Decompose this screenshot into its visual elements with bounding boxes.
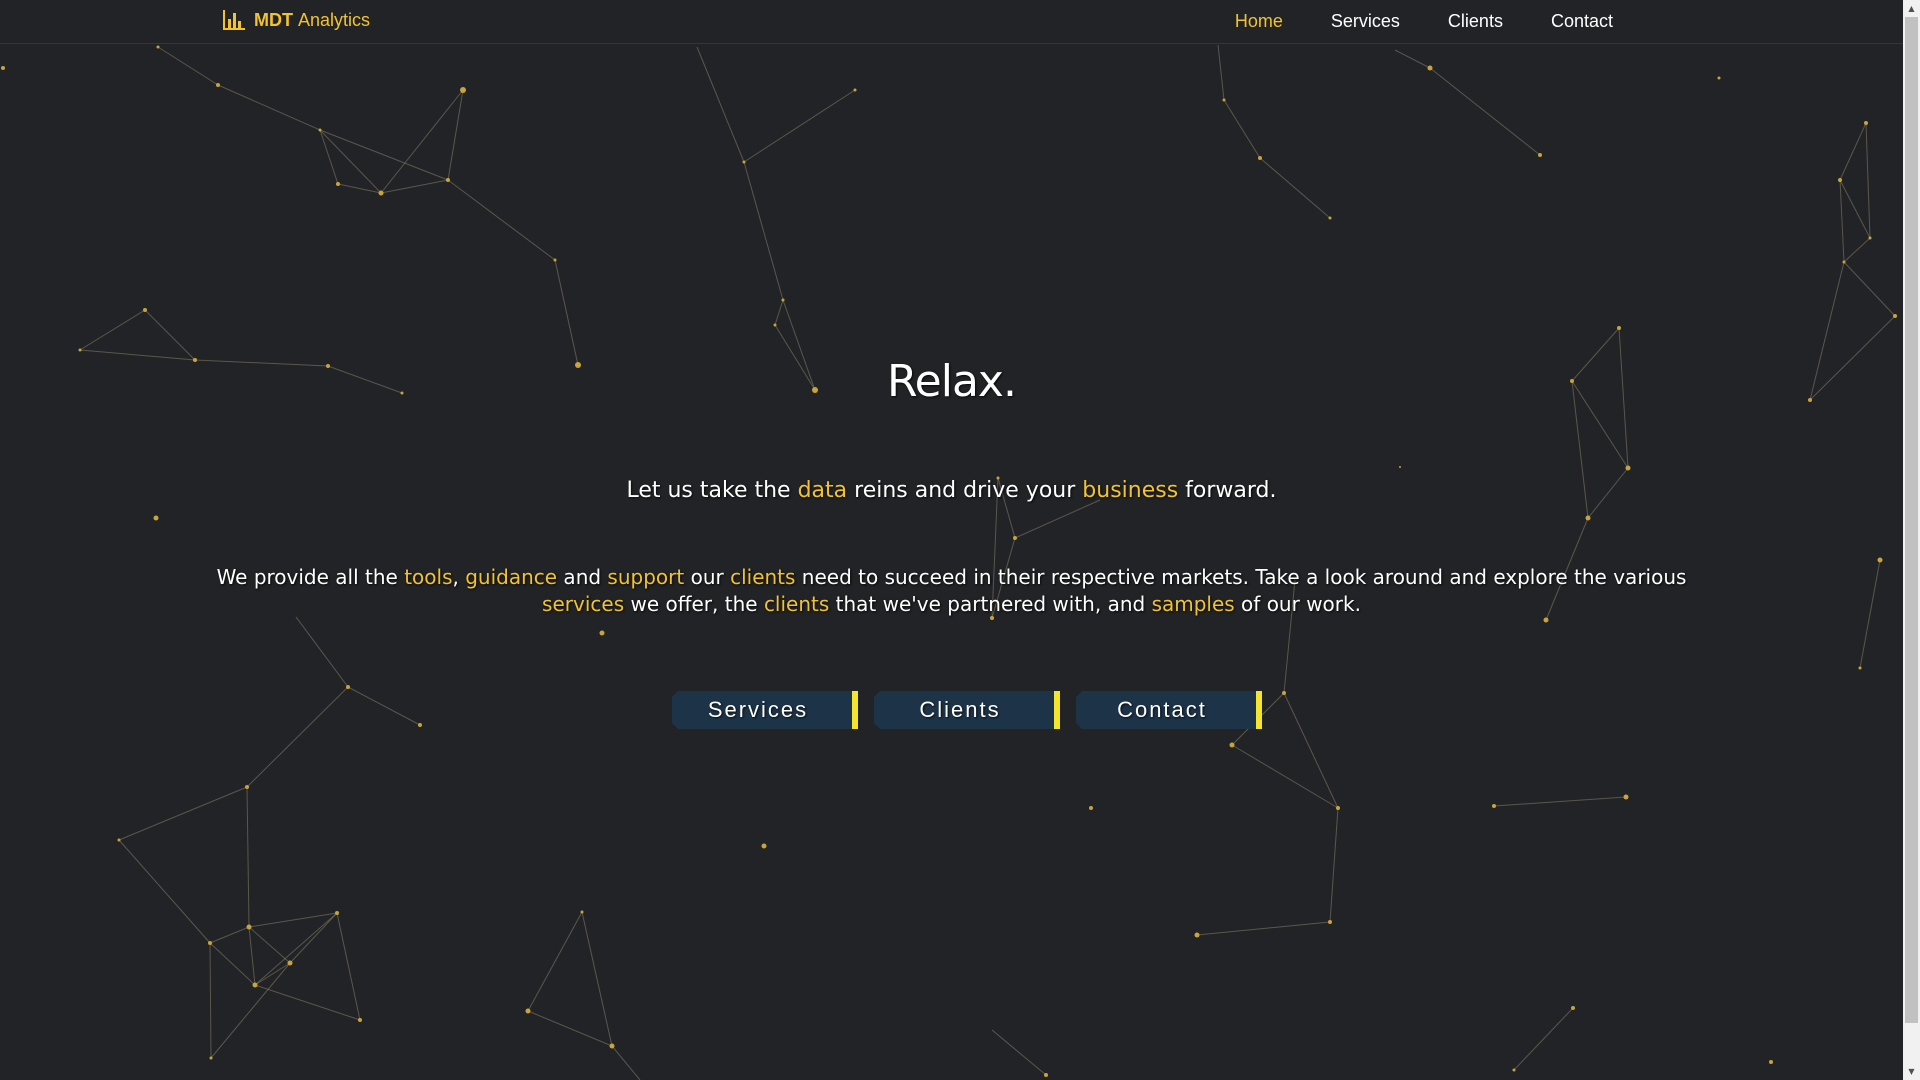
desc-highlight-guidance: guidance (465, 565, 558, 589)
scroll-up-arrow-icon[interactable]: ▲ (1903, 0, 1920, 17)
brand-logo[interactable]: MDT Analytics (222, 9, 370, 31)
desc-text: we offer, the (624, 592, 764, 616)
top-navbar: MDT Analytics Home Services Clients Cont… (0, 0, 1903, 44)
contact-button[interactable]: Contact (1076, 691, 1262, 729)
desc-text: We provide all the (216, 565, 405, 589)
desc-highlight-clients-2: clients (763, 592, 830, 616)
bar-chart-icon (223, 10, 245, 30)
desc-text: our (684, 565, 731, 589)
nav-services[interactable]: Services (1307, 11, 1424, 32)
desc-text: that we've partnered with, and (829, 592, 1152, 616)
main-nav: Home Services Clients Contact (1211, 0, 1637, 43)
nav-clients[interactable]: Clients (1424, 11, 1527, 32)
tagline-highlight-business: business (1082, 478, 1179, 503)
desc-text: of our work. (1234, 592, 1361, 616)
particle-network-background (1, 44, 1897, 1080)
scrollbar-thumb[interactable] (1905, 17, 1918, 1023)
hero-tagline: Let us take the data reins and drive you… (0, 478, 1903, 503)
hero-title: Relax. (887, 356, 1017, 407)
nav-contact[interactable]: Contact (1527, 11, 1637, 32)
page: MDT Analytics Home Services Clients Cont… (0, 0, 1920, 1080)
tagline-highlight-data: data (797, 478, 848, 503)
desc-text: , (452, 565, 466, 589)
clients-button[interactable]: Clients (874, 691, 1060, 729)
tagline-text: Let us take the (626, 478, 798, 503)
network-lines (79, 44, 1896, 1080)
desc-text: need to succeed in their respective mark… (795, 565, 1687, 589)
desc-highlight-samples: samples (1151, 592, 1235, 616)
desc-text: and (557, 565, 608, 589)
desc-highlight-clients: clients (730, 565, 796, 589)
desc-highlight-tools: tools (404, 565, 453, 589)
tagline-text: forward. (1178, 478, 1277, 503)
cta-button-row: Services Clients Contact (672, 691, 1262, 729)
vertical-scrollbar[interactable]: ▲ ▼ (1903, 0, 1920, 1080)
nav-home[interactable]: Home (1211, 11, 1307, 32)
brand-name-text: Analytics (298, 9, 371, 30)
desc-highlight-support: support (607, 565, 685, 589)
brand-bold-text: MDT (254, 9, 293, 30)
scroll-down-arrow-icon[interactable]: ▼ (1903, 1063, 1920, 1080)
hero-description: We provide all the tools, guidance and s… (190, 564, 1713, 618)
desc-highlight-services: services (542, 592, 625, 616)
network-nodes (1, 45, 1897, 1077)
services-button[interactable]: Services (672, 691, 858, 729)
tagline-text: reins and drive your (847, 478, 1083, 503)
